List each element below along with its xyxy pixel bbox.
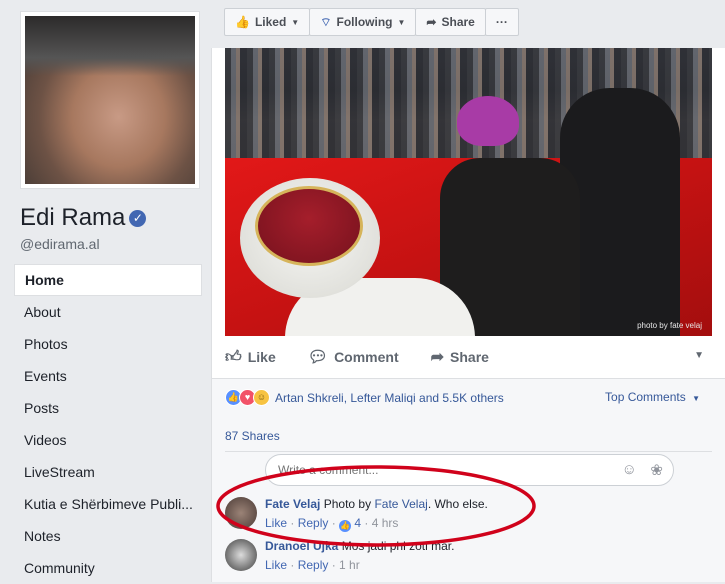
comment-text: Dranoel Ujka Mos jadi phi zoti mar.: [265, 539, 454, 553]
comment-like-link[interactable]: Like: [265, 516, 287, 530]
comment-author[interactable]: Dranoel Ujka: [265, 539, 338, 553]
post-like-label: Like: [247, 349, 276, 365]
liked-button[interactable]: 👍 Liked ▼: [224, 8, 311, 36]
share-page-button[interactable]: ➦ Share: [415, 8, 486, 36]
page-name[interactable]: Edi Rama: [20, 204, 125, 231]
comment-text-suffix: . Who else.: [427, 497, 488, 511]
avatar[interactable]: [225, 539, 257, 571]
chevron-down-icon: ▼: [692, 394, 700, 403]
comment-like-count[interactable]: 4: [354, 516, 361, 530]
like-count-icon: 👍: [339, 520, 352, 532]
share-arrow-icon: ➦: [426, 15, 437, 29]
nav-item-livestream[interactable]: LiveStream: [14, 456, 202, 488]
nav-item-community[interactable]: Community: [14, 552, 202, 584]
following-label: Following: [336, 15, 393, 29]
liked-label: Liked: [254, 15, 287, 29]
photo-bishop-cap: [457, 96, 519, 146]
page-handle[interactable]: @edirama.al: [20, 236, 100, 252]
comment-author[interactable]: Fate Velaj: [265, 497, 320, 511]
comment-timestamp[interactable]: 4 hrs: [372, 516, 399, 530]
nav-item-videos[interactable]: Videos: [14, 424, 202, 456]
comment-reply-link[interactable]: Reply: [298, 558, 329, 572]
post-comment-label: Comment: [334, 349, 399, 365]
rss-icon: ⌔: [320, 14, 332, 29]
comment-meta: Like · Reply · 👍 4 · 4 hrs: [265, 516, 399, 532]
comment-text-prefix: Photo by: [323, 497, 372, 511]
thumbs-up-icon: 👍: [235, 15, 250, 29]
photo-imam-cap: [255, 186, 363, 266]
speech-bubble-icon: 💬︎: [307, 349, 329, 366]
photo-watermark: photo by fate velaj: [637, 321, 702, 330]
post-card: photo by fate velaj 👍︎ Like 💬︎ Comment ➦…: [211, 48, 725, 582]
more-dots-icon: ···: [495, 15, 508, 29]
share-arrow-icon: ➦: [430, 349, 445, 366]
comment-sort-label: Top Comments: [605, 390, 686, 404]
comment-composer[interactable]: ☺ ❀: [265, 454, 674, 486]
comment-sort-dropdown[interactable]: Top Comments ▼: [605, 390, 700, 404]
shares-count[interactable]: 87 Shares: [225, 429, 280, 443]
thumbs-up-outline-icon: 👍︎: [225, 348, 242, 366]
comment-like-link[interactable]: Like: [265, 558, 287, 572]
emoji-icon[interactable]: ☺: [622, 461, 637, 478]
page-action-bar: 👍 Liked ▼ ⌔ Following ▼ ➦ Share ···: [224, 8, 519, 36]
post-like-button[interactable]: 👍︎ Like: [225, 348, 276, 367]
comment-input[interactable]: [276, 462, 620, 478]
post-share-button[interactable]: ➦ Share: [431, 347, 489, 367]
post-photo[interactable]: photo by fate velaj: [225, 48, 712, 336]
avatar[interactable]: [225, 497, 257, 529]
haha-reaction-icon: ☺: [253, 389, 270, 406]
share-label: Share: [441, 15, 475, 29]
nav-item-posts[interactable]: Posts: [14, 392, 202, 424]
nav-item-notes[interactable]: Notes: [14, 520, 202, 552]
post-action-bar: 👍︎ Like 💬︎ Comment ➦ Share ▼: [225, 347, 712, 367]
verified-badge-icon: ✓: [129, 210, 147, 227]
following-button[interactable]: ⌔ Following ▼: [309, 8, 417, 36]
reactions-summary[interactable]: 👍 ♥ ☺ Artan Shkreli, Lefter Maliqi and 5…: [225, 389, 504, 406]
composer-divider: [225, 451, 712, 452]
nav-item-public-services[interactable]: Kutia e Shërbimeve Publi...: [14, 488, 202, 520]
nav-item-about[interactable]: About: [14, 296, 202, 328]
chevron-down-icon: ▼: [397, 17, 406, 27]
comment-timestamp[interactable]: 1 hr: [339, 558, 360, 572]
profile-picture[interactable]: [25, 16, 195, 184]
reactors-text[interactable]: Artan Shkreli, Lefter Maliqi and 5.5K ot…: [275, 391, 504, 405]
comment-meta: Like · Reply · 1 hr: [265, 558, 360, 572]
nav-item-photos[interactable]: Photos: [14, 328, 202, 360]
nav-item-home[interactable]: Home: [14, 264, 202, 296]
comments-section: 👍 ♥ ☺ Artan Shkreli, Lefter Maliqi and 5…: [212, 379, 725, 582]
nav-item-events[interactable]: Events: [14, 360, 202, 392]
more-options-button[interactable]: ···: [484, 8, 519, 36]
post-share-label: Share: [450, 349, 489, 365]
chevron-down-icon: ▼: [291, 17, 300, 27]
post-options-chevron-icon[interactable]: ▼: [694, 350, 704, 361]
comment-text: Fate Velaj Photo by Fate Velaj. Who else…: [265, 497, 488, 511]
sticker-icon[interactable]: ❀: [650, 461, 663, 479]
comment-mention-link[interactable]: Fate Velaj: [374, 497, 427, 511]
comment-reply-link[interactable]: Reply: [298, 516, 329, 530]
profile-picture-frame[interactable]: [20, 11, 200, 189]
comment-body: Mos jadi phi zoti mar.: [341, 539, 455, 553]
page-nav: Home About Photos Events Posts Videos Li…: [14, 264, 202, 584]
page-title[interactable]: Edi Rama ✓: [20, 204, 147, 232]
post-comment-button[interactable]: 💬︎ Comment: [308, 347, 399, 367]
